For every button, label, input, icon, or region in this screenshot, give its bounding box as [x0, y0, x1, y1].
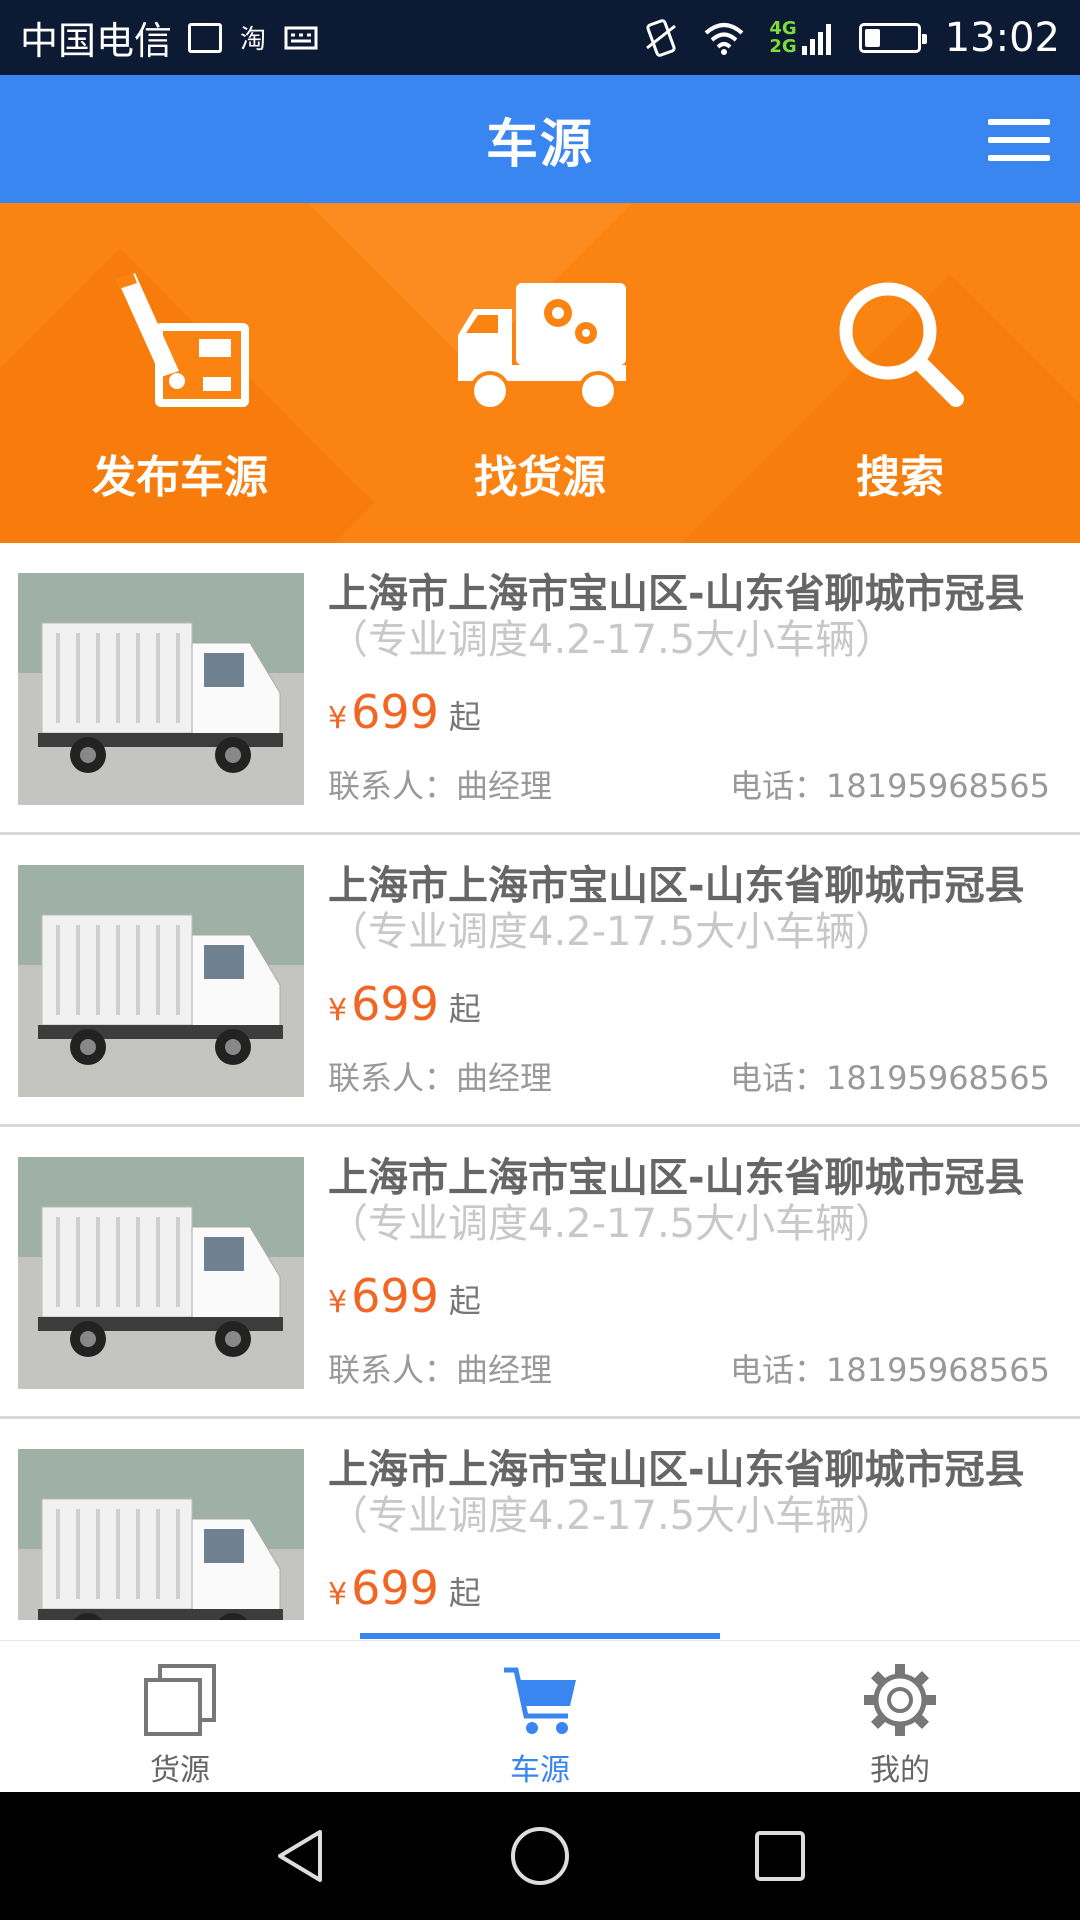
- taobao-notification-icon: 淘: [240, 25, 267, 55]
- recents-square-icon: [755, 1831, 805, 1881]
- quick-actions: 发布车源 找货源 搜索: [0, 203, 1080, 543]
- route-text: 上海市上海市宝山区-山东省聊城市冠县（专业调度4.2-17.5大小车辆）: [328, 1155, 1025, 1247]
- truck-gears-icon: [458, 283, 626, 411]
- gear-icon: [864, 1664, 936, 1736]
- gallery-notification-icon: [188, 22, 223, 53]
- home-circle-icon: [511, 1827, 569, 1885]
- contact-name: 联系人：曲经理: [328, 1351, 553, 1389]
- hamburger-icon-bar: [988, 137, 1050, 143]
- system-nav-bar: [0, 1792, 1080, 1920]
- route-text: 上海市上海市宝山区-山东省聊城市冠县（专业调度4.2-17.5大小车辆）: [328, 571, 1025, 663]
- phone-number[interactable]: 电话：18195968565: [730, 761, 1050, 807]
- bottom-tab-bar: 货源 车源 我的: [0, 1633, 1080, 1793]
- price-suffix: 起: [448, 1282, 481, 1320]
- clock: 13:02: [944, 14, 1060, 61]
- cart-icon: [504, 1667, 576, 1734]
- route-note: （专业调度4.2-17.5大小车辆）: [328, 909, 896, 955]
- list-item[interactable]: 上海市上海市宝山区-山东省聊城市冠县（专业调度4.2-17.5大小车辆） ¥ 6…: [0, 1127, 1080, 1419]
- contact-name: 联系人：曲经理: [328, 1059, 553, 1097]
- app-header: 车源: [0, 75, 1080, 203]
- home-button[interactable]: [505, 1821, 575, 1891]
- back-triangle-icon: [278, 1830, 322, 1882]
- search-button[interactable]: 搜索: [720, 203, 1080, 543]
- action-label: 发布车源: [92, 452, 268, 503]
- route-text: 上海市上海市宝山区-山东省聊城市冠县（专业调度4.2-17.5大小车辆）: [328, 1447, 1025, 1539]
- menu-button[interactable]: [988, 119, 1050, 161]
- route-note: （专业调度4.2-17.5大小车辆）: [328, 617, 896, 663]
- active-tab-indicator: [360, 1633, 720, 1639]
- price-suffix: 起: [448, 1574, 481, 1612]
- price: 699: [351, 1561, 439, 1615]
- currency-symbol: ¥: [328, 1285, 348, 1320]
- search-icon: [839, 282, 964, 407]
- vehicle-list: 上海市上海市宝山区-山东省聊城市冠县（专业调度4.2-17.5大小车辆） ¥ 6…: [0, 543, 1080, 1620]
- publish-vehicle-button[interactable]: 发布车源: [0, 203, 360, 543]
- phone-number[interactable]: 电话：18195968565: [730, 1053, 1050, 1099]
- signal-icon: [801, 23, 831, 55]
- truck-photo: [18, 865, 304, 1097]
- currency-symbol: ¥: [328, 701, 348, 736]
- tab-label: 货源: [150, 1753, 210, 1788]
- hamburger-icon-bar: [988, 119, 1050, 125]
- hamburger-icon-bar: [988, 155, 1050, 161]
- route-note: （专业调度4.2-17.5大小车辆）: [328, 1201, 896, 1247]
- price-suffix: 起: [448, 990, 481, 1028]
- page-title: 车源: [485, 114, 594, 175]
- publish-icon: [115, 273, 249, 407]
- list-item[interactable]: 上海市上海市宝山区-山东省聊城市冠县（专业调度4.2-17.5大小车辆） ¥ 6…: [0, 835, 1080, 1127]
- list-item[interactable]: 上海市上海市宝山区-山东省聊城市冠县（专业调度4.2-17.5大小车辆） ¥ 6…: [0, 543, 1080, 835]
- action-label: 搜索: [856, 452, 944, 503]
- currency-symbol: ¥: [328, 1577, 348, 1612]
- tab-mine[interactable]: 我的: [720, 1641, 1080, 1793]
- action-label: 找货源: [474, 452, 606, 503]
- keyboard-icon: [284, 26, 318, 49]
- network-4g-label: 4G: [769, 17, 797, 39]
- currency-symbol: ¥: [328, 993, 348, 1028]
- route-text: 上海市上海市宝山区-山东省聊城市冠县（专业调度4.2-17.5大小车辆）: [328, 863, 1025, 955]
- tab-label: 我的: [870, 1753, 930, 1788]
- phone-number[interactable]: 电话：18195968565: [730, 1345, 1050, 1391]
- find-cargo-button[interactable]: 找货源: [360, 203, 720, 543]
- network-2g-label: 2G: [769, 35, 797, 57]
- back-button[interactable]: [265, 1821, 335, 1891]
- stack-icon: [144, 1664, 216, 1736]
- status-bar: 中国电信 淘 4G 2G 13:02: [0, 0, 1080, 75]
- tab-cargo[interactable]: 货源: [0, 1641, 360, 1793]
- carrier-name: 中国电信: [20, 19, 173, 63]
- vibrate-icon: [646, 18, 677, 57]
- wifi-icon: [705, 22, 744, 55]
- truck-photo: [18, 1449, 304, 1620]
- price: 699: [351, 1269, 439, 1323]
- battery-icon: [858, 22, 927, 53]
- price-suffix: 起: [448, 698, 481, 736]
- tab-vehicles[interactable]: 车源: [360, 1641, 720, 1793]
- recents-button[interactable]: [745, 1821, 815, 1891]
- route-note: （专业调度4.2-17.5大小车辆）: [328, 1493, 896, 1539]
- list-item[interactable]: 上海市上海市宝山区-山东省聊城市冠县（专业调度4.2-17.5大小车辆） ¥ 6…: [0, 1419, 1080, 1620]
- truck-photo: [18, 573, 304, 805]
- price: 699: [351, 685, 439, 739]
- truck-photo: [18, 1157, 304, 1389]
- contact-name: 联系人：曲经理: [328, 767, 553, 805]
- tab-label: 车源: [510, 1753, 570, 1788]
- price: 699: [351, 977, 439, 1031]
